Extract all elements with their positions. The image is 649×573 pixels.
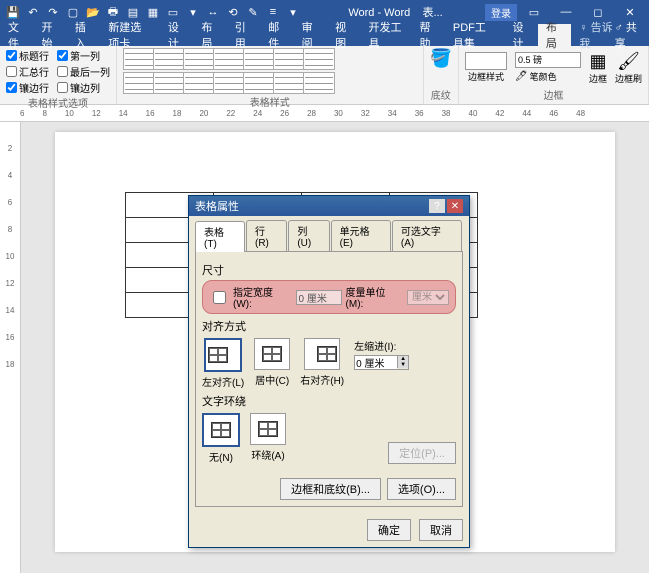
ribbon-group-styles: 表格样式 (117, 46, 424, 104)
opt-镶边列[interactable]: 镶边列 (57, 80, 100, 95)
menu-布局[interactable]: 布局 (193, 24, 226, 46)
size-label: 尺寸 (202, 262, 456, 278)
border-icon[interactable]: ▦ (589, 51, 606, 72)
ok-button[interactable]: 确定 (367, 519, 411, 541)
opt-第一列[interactable]: 第一列 (57, 48, 100, 63)
undo-icon[interactable]: ↶ (26, 5, 40, 19)
position-button[interactable]: 定位(P)... (388, 442, 456, 464)
menu-布局[interactable]: 布局 (538, 24, 571, 46)
tab-3[interactable]: 单元格(E) (331, 220, 391, 251)
qat-icon[interactable]: ↔ (206, 5, 220, 19)
table-properties-dialog: 表格属性 ? ✕ 表格(T)行(R)列(U)单元格(E)可选文字(A) 尺寸 指… (188, 195, 470, 548)
menu-设计[interactable]: 设计 (160, 24, 193, 46)
width-input[interactable] (296, 290, 342, 305)
border-painter-icon[interactable]: 🖌 (617, 51, 640, 72)
opt-标题行[interactable]: 标题行 (6, 48, 49, 63)
menu-视图[interactable]: 视图 (327, 24, 360, 46)
menu-引用[interactable]: 引用 (227, 24, 260, 46)
ribbon-group-options: 标题行第一列汇总行最后一列镶边行镶边列 表格样式选项 (0, 46, 117, 104)
opt-汇总行[interactable]: 汇总行 (6, 64, 49, 79)
wrap-label: 文字环绕 (202, 393, 456, 409)
menubar: 文件开始插入新建选项卡设计布局引用邮件审阅视图开发工具帮助PDF工具集设计布局♀… (0, 24, 649, 46)
help-icon[interactable]: ? (429, 199, 445, 213)
cancel-button[interactable]: 取消 (419, 519, 463, 541)
tab-1[interactable]: 行(R) (246, 220, 287, 251)
menu-帮助[interactable]: 帮助 (411, 24, 444, 46)
menu-设计[interactable]: 设计 (504, 24, 537, 46)
tab-0[interactable]: 表格(T) (195, 221, 245, 252)
tab-4[interactable]: 可选文字(A) (392, 220, 462, 251)
vertical-ruler: 24681012141618 (0, 122, 21, 573)
menu-邮件[interactable]: 邮件 (260, 24, 293, 46)
menu-PDF工具集[interactable]: PDF工具集 (445, 24, 505, 46)
qat-more-icon[interactable]: ▾ (286, 5, 300, 19)
group-label: 表格样式 (123, 94, 417, 109)
new-icon[interactable]: ▢ (66, 5, 80, 19)
wrap-around-option[interactable] (250, 413, 286, 445)
dialog-title: 表格属性 (195, 198, 239, 214)
tab-2[interactable]: 列(U) (288, 220, 329, 251)
align-right-option[interactable] (304, 338, 340, 370)
indent-spinner[interactable]: ▲▼ (354, 355, 409, 370)
align-center-option[interactable] (254, 338, 290, 370)
unit-select[interactable]: 厘米 (407, 290, 449, 305)
qat-icon[interactable]: ▭ (166, 5, 180, 19)
menu-新建选项卡[interactable]: 新建选项卡 (100, 24, 160, 46)
qat-icon[interactable]: ▾ (186, 5, 200, 19)
menu-开始[interactable]: 开始 (33, 24, 66, 46)
qat-icon[interactable]: ▦ (146, 5, 160, 19)
border-width-dropdown[interactable]: 0.5 磅 (515, 52, 581, 68)
window-title: Word - Word 表... (306, 4, 485, 20)
menu-文件[interactable]: 文件 (0, 24, 33, 46)
options-button[interactable]: 选项(O)... (387, 478, 456, 500)
border-style-dropdown[interactable] (465, 52, 507, 70)
ribbon-group-borders: 边框样式 0.5 磅 🖊笔颜色 ▦边框 🖌边框刷 边框 (459, 46, 649, 104)
size-row: 指定宽度(W): 度量单位(M): 厘米 (202, 280, 456, 314)
shading-icon[interactable]: 🪣 (430, 48, 452, 69)
save-icon[interactable]: 💾 (6, 5, 20, 19)
opt-最后一列[interactable]: 最后一列 (57, 64, 110, 79)
align-left-option[interactable] (204, 338, 242, 372)
ribbon: 标题行第一列汇总行最后一列镶边行镶边列 表格样式选项 表格样式 🪣 底纹 边框样… (0, 46, 649, 105)
menu-开发工具[interactable]: 开发工具 (361, 24, 412, 46)
ribbon-group-shading: 🪣 底纹 (424, 46, 459, 104)
border-shading-button[interactable]: 边框和底纹(B)... (280, 478, 381, 500)
dialog-tabs: 表格(T)行(R)列(U)单元格(E)可选文字(A) (189, 216, 469, 251)
spec-width-checkbox[interactable] (213, 291, 226, 304)
open-icon[interactable]: 📂 (86, 5, 100, 19)
menu-审阅[interactable]: 审阅 (294, 24, 327, 46)
login-button[interactable]: 登录 (485, 4, 517, 21)
opt-镶边行[interactable]: 镶边行 (6, 80, 49, 95)
pen-color-icon[interactable]: 🖊 (515, 71, 528, 82)
qat-icon[interactable]: ✎ (246, 5, 260, 19)
align-label: 对齐方式 (202, 318, 456, 334)
preview-icon[interactable]: ▤ (126, 5, 140, 19)
redo-icon[interactable]: ↷ (46, 5, 60, 19)
dialog-titlebar[interactable]: 表格属性 ? ✕ (189, 196, 469, 216)
wrap-none-option[interactable] (202, 413, 240, 447)
qat-icon[interactable]: ⟲ (226, 5, 240, 19)
close-icon[interactable]: ✕ (447, 199, 463, 213)
print-icon[interactable]: 🖶 (106, 5, 120, 19)
qat-icon[interactable]: ≡ (266, 5, 280, 19)
table-styles-gallery[interactable] (123, 48, 331, 94)
quick-access-toolbar: 💾 ↶ ↷ ▢ 📂 🖶 ▤ ▦ ▭ ▾ ↔ ⟲ ✎ ≡ ▾ (0, 5, 306, 19)
menu-插入[interactable]: 插入 (67, 24, 100, 46)
